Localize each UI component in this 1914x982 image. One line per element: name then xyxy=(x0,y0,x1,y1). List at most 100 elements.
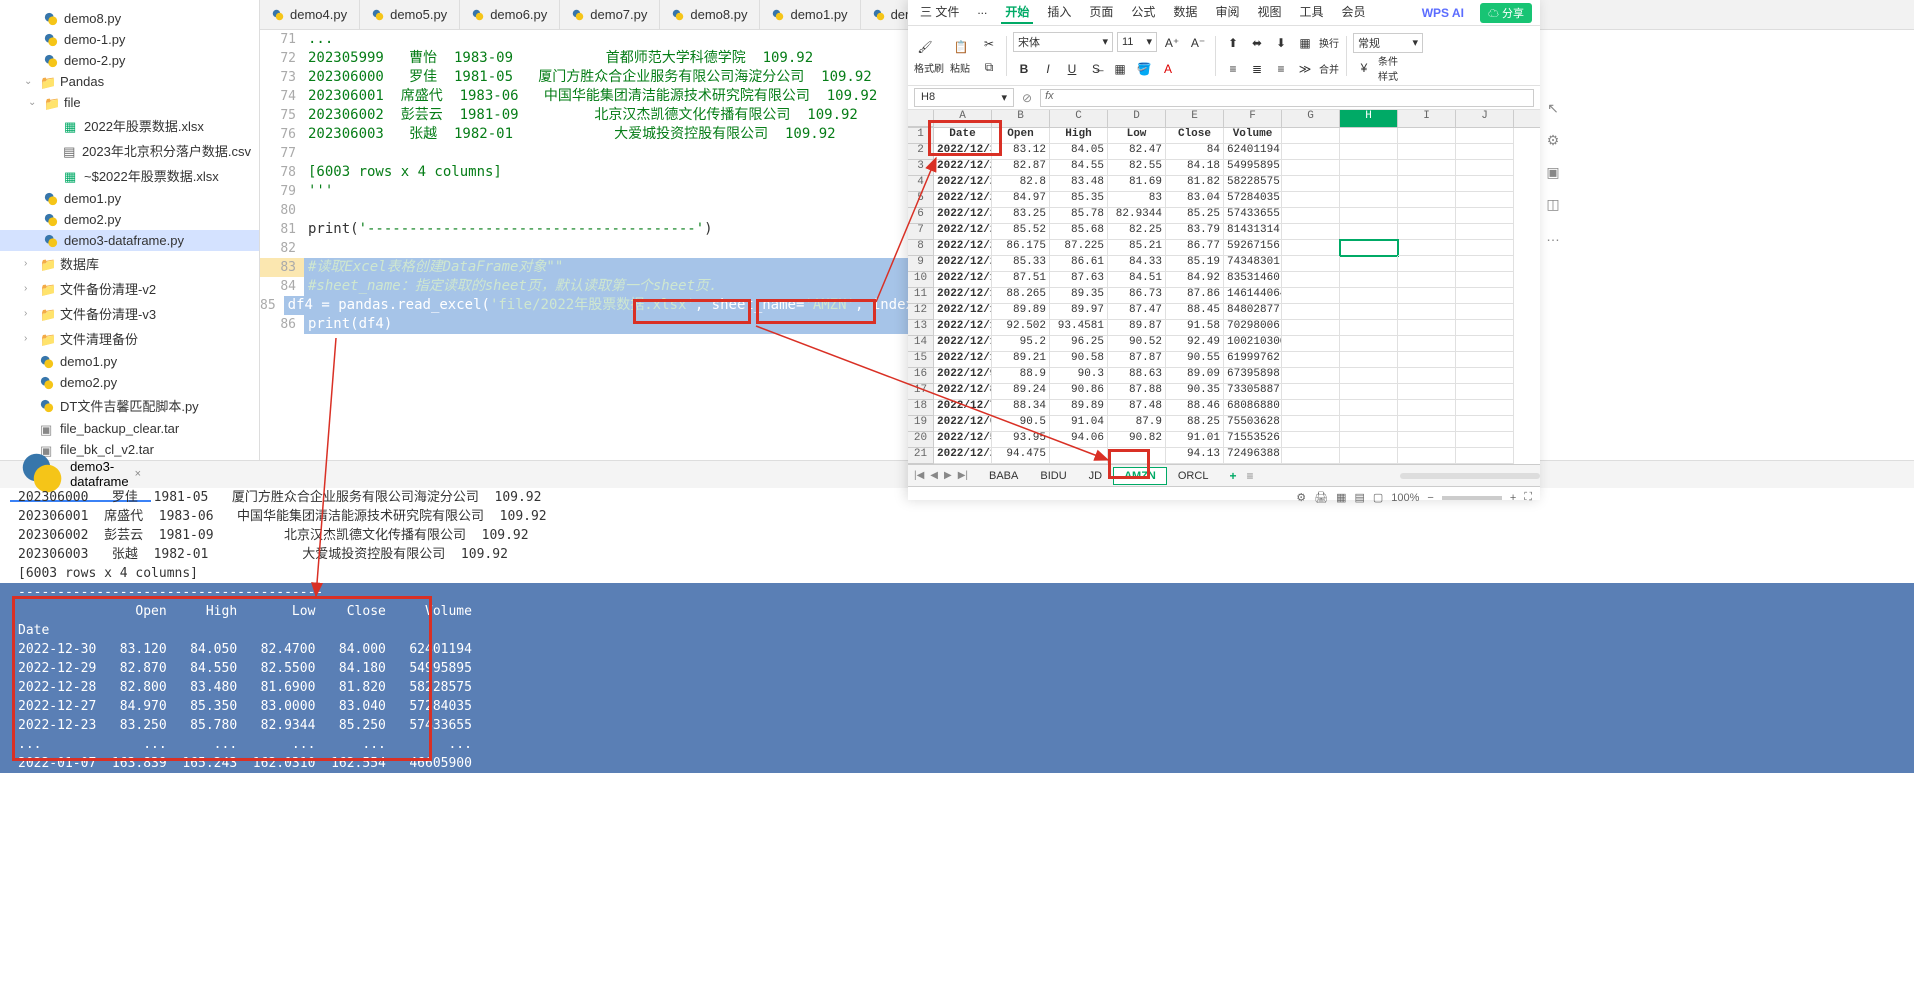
wps-col-header[interactable]: H xyxy=(1340,110,1398,127)
wps-cell[interactable]: 84.51 xyxy=(1108,272,1166,288)
wps-cell[interactable]: 100210300 xyxy=(1224,336,1282,352)
wps-cell[interactable] xyxy=(1340,416,1398,432)
wps-cell[interactable] xyxy=(1456,304,1514,320)
wps-row-header[interactable]: 5 xyxy=(908,192,934,208)
align-center-icon[interactable]: ≣ xyxy=(1246,58,1268,80)
align-bottom-icon[interactable]: ⬇ xyxy=(1270,32,1292,54)
merge-icon[interactable]: 合并 xyxy=(1318,58,1340,80)
wps-cell[interactable]: 94.13 xyxy=(1166,448,1224,464)
wps-cell[interactable] xyxy=(1340,176,1398,192)
wps-cell[interactable]: 91.01 xyxy=(1166,432,1224,448)
wps-cell[interactable]: 84.92 xyxy=(1166,272,1224,288)
tree-item[interactable]: demo2.py xyxy=(0,209,259,230)
wps-col-header[interactable]: G xyxy=(1282,110,1340,127)
wps-cell[interactable]: 86.61 xyxy=(1050,256,1108,272)
wps-cell[interactable]: 82.9344 xyxy=(1108,208,1166,224)
wps-cell[interactable]: 2022/12/7 xyxy=(934,400,992,416)
wps-cell[interactable]: 2022/12/15 xyxy=(934,304,992,320)
wps-cell[interactable]: 94.06 xyxy=(1050,432,1108,448)
wps-cell[interactable]: 82.87 xyxy=(992,160,1050,176)
code-editor[interactable]: 71...72202305999 曹怡 1983-09 首都师范大学科德学院 1… xyxy=(260,30,908,460)
editor-tab[interactable]: demo5.py xyxy=(360,0,460,29)
wps-cell[interactable]: 89.21 xyxy=(992,352,1050,368)
wps-cell[interactable] xyxy=(1282,288,1340,304)
wps-cell[interactable]: 85.25 xyxy=(1166,208,1224,224)
wps-cell[interactable] xyxy=(1282,160,1340,176)
code-line[interactable]: 80 xyxy=(260,201,908,220)
wps-cell[interactable]: 93.4581 xyxy=(1050,320,1108,336)
wps-cell[interactable]: 88.45 xyxy=(1166,304,1224,320)
wps-cell[interactable]: 94.475 xyxy=(992,448,1050,464)
wps-cell[interactable]: 2022/12/14 xyxy=(934,320,992,336)
wps-col-header[interactable]: B xyxy=(992,110,1050,127)
wps-cell[interactable]: 2022/12/5 xyxy=(934,432,992,448)
wps-cell[interactable] xyxy=(1282,304,1340,320)
wps-row-header[interactable]: 13 xyxy=(908,320,934,336)
wps-cell[interactable] xyxy=(1340,352,1398,368)
hscroll-bar[interactable] xyxy=(1400,473,1540,479)
sheet-tab[interactable]: AMZN xyxy=(1113,467,1167,485)
wps-cell[interactable]: 85.21 xyxy=(1108,240,1166,256)
wps-cell[interactable] xyxy=(1340,208,1398,224)
wps-cell[interactable]: 85.35 xyxy=(1050,192,1108,208)
format-painter-icon[interactable]: 🖌 xyxy=(914,36,936,58)
wps-cell[interactable]: 88.34 xyxy=(992,400,1050,416)
last-sheet-icon[interactable]: ▶| xyxy=(956,470,970,481)
font-size-select[interactable]: 11 ▾ xyxy=(1117,32,1157,52)
view-layout-icon[interactable]: ▢ xyxy=(1373,491,1383,504)
code-line[interactable]: 75202306002 彭芸云 1981-09 北京汉杰凯德文化传播有限公司 1… xyxy=(260,106,908,125)
wps-cell[interactable] xyxy=(1456,400,1514,416)
wps-cell[interactable]: 83.25 xyxy=(992,208,1050,224)
wps-cell[interactable] xyxy=(1456,160,1514,176)
wps-cell[interactable] xyxy=(1340,368,1398,384)
rows-cols-icon[interactable]: ▦ xyxy=(1294,32,1316,54)
wps-row-header[interactable]: 10 xyxy=(908,272,934,288)
wps-cell[interactable]: 88.265 xyxy=(992,288,1050,304)
wps-cell[interactable] xyxy=(1282,192,1340,208)
wps-row-header[interactable]: 2 xyxy=(908,144,934,160)
decrease-font-icon[interactable]: A⁻ xyxy=(1187,32,1209,54)
wps-row-header[interactable]: 19 xyxy=(908,416,934,432)
wps-cell[interactable]: 88.46 xyxy=(1166,400,1224,416)
wps-cell[interactable]: 90.5 xyxy=(992,416,1050,432)
strike-icon[interactable]: S̶ xyxy=(1085,58,1107,80)
wps-cell[interactable]: 86.175 xyxy=(992,240,1050,256)
wps-row-header[interactable]: 12 xyxy=(908,304,934,320)
wps-cell[interactable]: 90.82 xyxy=(1108,432,1166,448)
wps-cell[interactable]: 87.225 xyxy=(1050,240,1108,256)
sheet-tab[interactable]: BIDU xyxy=(1029,467,1077,485)
wps-cell[interactable]: 83.48 xyxy=(1050,176,1108,192)
wps-cell[interactable]: 89.24 xyxy=(992,384,1050,400)
wps-cell[interactable]: 82.8 xyxy=(992,176,1050,192)
wps-cell[interactable]: 91.58 xyxy=(1166,320,1224,336)
wps-cell[interactable]: 87.86 xyxy=(1166,288,1224,304)
wps-col-header[interactable]: D xyxy=(1108,110,1166,127)
wps-cell[interactable] xyxy=(1282,384,1340,400)
wps-cell[interactable] xyxy=(1456,224,1514,240)
wps-cell[interactable] xyxy=(1456,144,1514,160)
add-sheet-icon[interactable]: + xyxy=(1221,469,1244,483)
wps-menu-item[interactable]: 视图 xyxy=(1253,1,1285,24)
wps-col-header[interactable]: J xyxy=(1456,110,1514,127)
wps-cell[interactable] xyxy=(1282,336,1340,352)
wps-cell[interactable]: 73305887 xyxy=(1224,384,1282,400)
wps-cell[interactable] xyxy=(1282,416,1340,432)
wps-cell[interactable]: 84.18 xyxy=(1166,160,1224,176)
rail-more-icon[interactable]: … xyxy=(1544,228,1562,246)
wps-cell[interactable] xyxy=(1340,160,1398,176)
tree-item[interactable]: demo1.py xyxy=(0,351,259,372)
font-family-select[interactable]: 宋体 ▾ xyxy=(1013,32,1113,52)
wps-cell[interactable] xyxy=(1340,224,1398,240)
wps-cell[interactable]: 2022/12/16 xyxy=(934,288,992,304)
wps-cell[interactable] xyxy=(1398,208,1456,224)
currency-icon[interactable]: ¥ xyxy=(1353,57,1375,79)
styles-label[interactable]: 条件样式 xyxy=(1377,57,1399,79)
view-page-icon[interactable]: ▤ xyxy=(1354,491,1364,504)
wps-cell[interactable]: 2022/12/29 xyxy=(934,160,992,176)
tree-item[interactable]: demo1.py xyxy=(0,188,259,209)
share-button[interactable]: ☁ 分享 xyxy=(1480,3,1532,23)
rail-settings-icon[interactable]: ⚙ xyxy=(1544,132,1562,150)
wps-cell[interactable]: 2022/12/9 xyxy=(934,368,992,384)
tree-item[interactable]: demo-1.py xyxy=(0,29,259,50)
wps-cell[interactable]: 83.12 xyxy=(992,144,1050,160)
